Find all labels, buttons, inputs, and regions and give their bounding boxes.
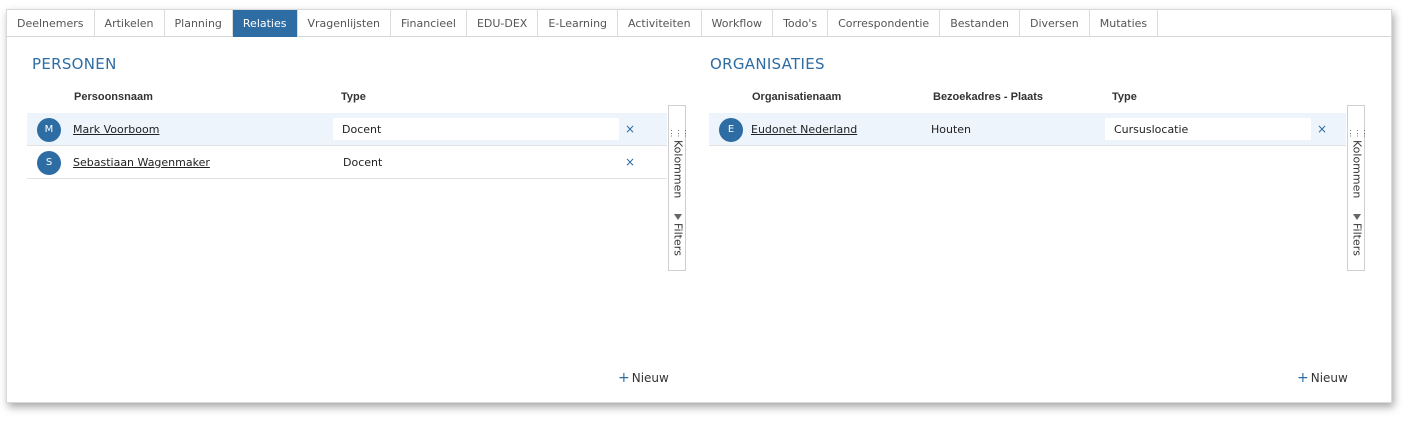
kolommen-label: Kolommen (1350, 140, 1364, 199)
personen-title: PERSONEN (32, 55, 117, 73)
tab-edu-dex[interactable]: EDU-DEX (467, 10, 539, 37)
organisation-type-input[interactable] (1105, 118, 1311, 140)
avatar: M (37, 118, 61, 142)
tab-e-learning[interactable]: E-Learning (538, 10, 619, 37)
filter-icon (674, 214, 682, 220)
grid-icon: ⋮⋮⋮ (1346, 129, 1369, 138)
organisation-name-link[interactable]: Eudonet Nederland (751, 123, 857, 136)
tab-workflow[interactable]: Workflow (702, 10, 774, 37)
organisaties-tool-panel: ⋮⋮⋮ Kolommen Filters (1346, 105, 1369, 271)
relaties-window: Deelnemers Artikelen Planning Relaties V… (6, 9, 1392, 403)
row-divider (709, 145, 1346, 146)
organisatienaam-column-header[interactable]: Organisatienaam (752, 91, 841, 103)
close-icon[interactable]: × (625, 155, 635, 169)
tab-planning[interactable]: Planning (165, 10, 233, 37)
tab-correspondentie[interactable]: Correspondentie (828, 10, 941, 37)
avatar: E (719, 118, 743, 142)
filters-label: Filters (671, 223, 685, 256)
person-type-value[interactable]: Docent (343, 156, 382, 169)
filters-toggle[interactable]: Filters (1349, 214, 1365, 256)
tab-relaties[interactable]: Relaties (232, 10, 298, 37)
tab-bestanden[interactable]: Bestanden (940, 10, 1020, 37)
filters-label: Filters (1350, 223, 1364, 256)
new-label: Nieuw (1310, 371, 1348, 385)
person-name-link[interactable]: Sebastiaan Wagenmaker (73, 156, 210, 169)
table-row[interactable]: M Mark Voorboom × (27, 113, 667, 145)
organisation-place-value: Houten (931, 123, 972, 136)
new-label: Nieuw (631, 371, 669, 385)
persoonsnaam-column-header[interactable]: Persoonsnaam (74, 91, 153, 103)
kolommen-label: Kolommen (671, 140, 685, 199)
tab-todos[interactable]: Todo's (773, 10, 829, 37)
tab-activiteiten[interactable]: Activiteiten (618, 10, 702, 37)
org-type-column-header[interactable]: Type (1112, 91, 1137, 103)
filters-toggle[interactable]: Filters (670, 214, 686, 256)
plus-icon: + (1297, 370, 1309, 386)
tab-financieel[interactable]: Financieel (391, 10, 467, 37)
persoon-type-column-header[interactable]: Type (341, 91, 366, 103)
avatar: S (37, 151, 61, 175)
tab-mutaties[interactable]: Mutaties (1090, 10, 1159, 37)
table-row[interactable]: E Eudonet Nederland Houten × (709, 113, 1346, 145)
add-person-button[interactable]: + Nieuw (618, 370, 669, 386)
grid-icon: ⋮⋮⋮ (667, 129, 690, 138)
bezoekadres-column-header[interactable]: Bezoekadres - Plaats (933, 91, 1043, 103)
organisaties-title: ORGANISATIES (710, 55, 825, 73)
close-icon[interactable]: × (1317, 122, 1327, 136)
filter-icon (1353, 214, 1361, 220)
row-divider (27, 178, 667, 179)
tab-diversen[interactable]: Diversen (1020, 10, 1090, 37)
close-icon[interactable]: × (625, 122, 635, 136)
person-type-input[interactable] (333, 118, 619, 140)
person-name-link[interactable]: Mark Voorboom (73, 123, 159, 136)
kolommen-toggle[interactable]: ⋮⋮⋮ Kolommen (667, 129, 690, 199)
plus-icon: + (618, 370, 630, 386)
tab-deelnemers[interactable]: Deelnemers (7, 10, 95, 37)
table-row[interactable]: S Sebastiaan Wagenmaker Docent × (27, 146, 667, 178)
add-organisation-button[interactable]: + Nieuw (1297, 370, 1348, 386)
tab-artikelen[interactable]: Artikelen (95, 10, 165, 37)
tab-bar: Deelnemers Artikelen Planning Relaties V… (7, 10, 1391, 37)
kolommen-toggle[interactable]: ⋮⋮⋮ Kolommen (1346, 129, 1369, 199)
tab-vragenlijsten[interactable]: Vragenlijsten (298, 10, 391, 37)
personen-tool-panel: ⋮⋮⋮ Kolommen Filters (667, 105, 690, 271)
